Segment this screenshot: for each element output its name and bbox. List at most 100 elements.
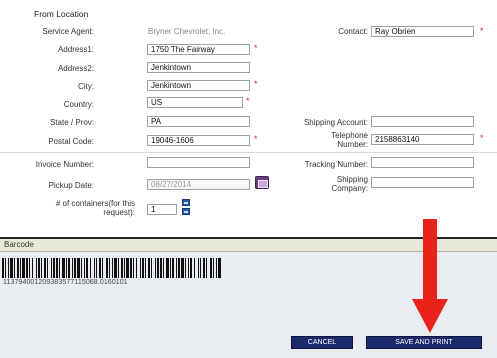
barcode-bar (133, 258, 134, 278)
save-and-print-button[interactable]: SAVE AND PRINT (366, 336, 482, 349)
shipping-company-label-line1: Shipping (336, 175, 368, 184)
telephone-label-line2: Number: (337, 140, 368, 149)
barcode-bar (68, 258, 70, 278)
spinner-down-icon[interactable] (182, 208, 190, 215)
postal-code-input[interactable] (147, 135, 250, 146)
required-marker: * (480, 133, 484, 143)
containers-input[interactable] (147, 204, 177, 215)
barcode-bar (72, 258, 73, 278)
state-input[interactable] (147, 116, 250, 127)
shipping-company-label: Shipping Company: (332, 175, 368, 193)
barcode-bar (178, 258, 180, 278)
barcode-label: Barcode (4, 240, 34, 249)
barcode-bar (5, 258, 6, 278)
city-input[interactable] (147, 80, 250, 91)
required-marker: * (254, 43, 258, 53)
barcode-bar (185, 258, 186, 278)
pickup-date-label: Pickup Date: (48, 181, 94, 190)
invoice-number-label: Invoice Number: (35, 160, 94, 169)
barcode-bar (22, 258, 25, 278)
barcode-bar (59, 258, 60, 278)
address2-label: Address2: (57, 64, 94, 73)
spinner-up-icon[interactable] (182, 199, 190, 206)
barcode-bar (32, 258, 33, 278)
barcode-bar (213, 258, 214, 278)
barcode-bar (90, 258, 91, 278)
barcode-bar (142, 258, 144, 278)
required-marker: * (254, 79, 258, 89)
tracking-number-label: Tracking Number: (304, 160, 368, 169)
city-label: City: (78, 82, 94, 91)
barcode-bar (118, 258, 119, 278)
barcode-bar (8, 258, 9, 278)
required-marker: * (254, 134, 258, 144)
contact-input[interactable] (371, 26, 474, 37)
barcode-bar (198, 258, 199, 278)
country-select[interactable] (147, 97, 243, 108)
barcode-bar (66, 258, 67, 278)
barcode-bar (86, 258, 88, 278)
required-marker: * (246, 96, 250, 106)
pickup-date-input[interactable] (147, 179, 250, 190)
containers-label: # of containers(for this request): (56, 199, 135, 217)
barcode-bar (81, 258, 82, 278)
address1-input[interactable] (147, 44, 250, 55)
address1-label: Address1: (57, 45, 94, 54)
required-marker: * (480, 26, 484, 36)
barcode-bar (163, 258, 164, 278)
invoice-number-input[interactable] (147, 157, 250, 168)
barcode-bar (47, 258, 48, 278)
telephone-label: Telephone Number: (331, 131, 368, 149)
barcode-number: 113794001209383577115068.0160101 (3, 279, 128, 286)
barcode-bar (106, 258, 108, 278)
contact-label: Contact: (338, 27, 368, 36)
barcode-bar (112, 258, 113, 278)
barcode-bar (136, 258, 137, 278)
barcode-bar (203, 258, 205, 278)
postal-code-label: Postal Code: (48, 137, 94, 146)
barcode-bar (148, 258, 150, 278)
barcode-bar (176, 258, 177, 278)
barcode-bar (210, 258, 212, 278)
barcode-bar (190, 258, 192, 278)
barcode-bar (10, 258, 13, 278)
shipping-form: From Location Service Agent: Bryner Chev… (0, 0, 497, 358)
telephone-input[interactable] (371, 134, 474, 145)
address2-input[interactable] (147, 62, 250, 73)
barcode-bar (96, 258, 97, 278)
shipping-account-input[interactable] (371, 116, 474, 127)
shipping-company-input[interactable] (371, 177, 474, 188)
containers-label-line1: # of containers(for this (55, 199, 135, 208)
barcode-bar (188, 258, 189, 278)
barcode-bar (181, 258, 184, 278)
barcode-image (2, 258, 221, 278)
barcode-bar (62, 258, 65, 278)
barcode-bar (194, 258, 195, 278)
barcode-bar (140, 258, 141, 278)
barcode-bar (200, 258, 201, 278)
barcode-bar (77, 258, 80, 278)
tracking-number-input[interactable] (371, 157, 474, 168)
barcode-bar (170, 258, 171, 278)
calendar-icon[interactable] (255, 176, 269, 189)
barcode-bar (44, 258, 46, 278)
barcode-bar (218, 258, 221, 278)
barcode-bar (17, 258, 19, 278)
state-label: State / Prov: (49, 118, 94, 127)
barcode-bar (166, 258, 169, 278)
barcode-bar (114, 258, 117, 278)
barcode-bar (20, 258, 21, 278)
barcode-bar (109, 258, 110, 278)
barcode-bar (206, 258, 207, 278)
barcode-bar (36, 258, 37, 278)
service-agent-value: Bryner Chevrolet, Inc. (148, 27, 226, 36)
barcode-bar (155, 258, 156, 278)
barcode-bar (14, 258, 15, 278)
barcode-bar (53, 258, 55, 278)
cancel-button[interactable]: CANCEL (291, 336, 353, 349)
service-agent-label: Service Agent: (42, 27, 94, 36)
barcode-bar (74, 258, 76, 278)
barcode-bar (94, 258, 95, 278)
section-divider (0, 152, 497, 153)
barcode-bar (99, 258, 101, 278)
